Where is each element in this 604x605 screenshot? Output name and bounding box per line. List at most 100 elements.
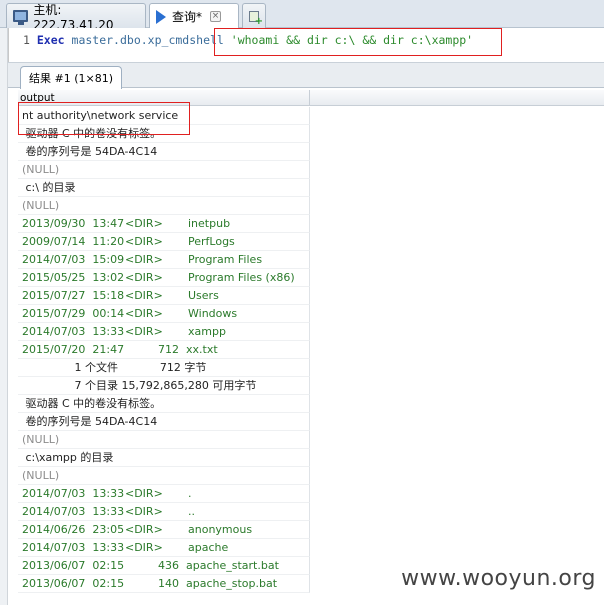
row-size: 712 [158, 343, 179, 356]
row-date: 2009/07/14 11:20 [22, 235, 125, 248]
row-name: Program Files [188, 253, 263, 266]
new-query-tab[interactable] [242, 3, 266, 28]
row-name: inetpub [188, 217, 231, 230]
table-row[interactable]: c:\ 的目录 [18, 179, 310, 197]
row-name: Windows [188, 307, 238, 320]
monitor-icon [13, 10, 29, 25]
sql-keyword: Exec [36, 33, 65, 47]
table-row[interactable]: (NULL) [18, 197, 310, 215]
row-type: <DIR> [125, 307, 163, 320]
table-row[interactable]: 卷的序列号是 54DA-4C14 [18, 413, 310, 431]
row-date: 2013/06/07 02:15 [22, 559, 125, 572]
tab-host-label: 主机: 222.73.41.20 [33, 2, 114, 32]
result-tabs: 结果 #1 (1×81) [8, 62, 604, 89]
result-grid[interactable]: output nt authority\network service 驱动器 … [18, 90, 604, 605]
row-name: xampp [188, 325, 226, 338]
table-row[interactable]: 2013/06/07 02:15 140 apache_stop.bat [18, 575, 310, 593]
row-text: (NULL) [22, 433, 60, 446]
table-row[interactable]: (NULL) [18, 431, 310, 449]
highlight-box-whoami [18, 102, 190, 135]
table-row[interactable]: 2015/07/29 00:14 <DIR> Windows [18, 305, 310, 323]
row-date: 2015/07/29 00:14 [22, 307, 125, 320]
row-size: 436 [158, 559, 179, 572]
row-name: Users [188, 289, 219, 302]
sql-object: master.dbo.xp_cmdshell [71, 33, 224, 47]
table-row[interactable]: 2014/07/03 13:33 <DIR>. [18, 485, 310, 503]
table-row[interactable]: 2014/06/26 23:05 <DIR> anonymous [18, 521, 310, 539]
tab-strip: 主机: 222.73.41.20 查询* × [0, 0, 604, 32]
row-text: (NULL) [22, 199, 60, 212]
row-name: Program Files (x86) [188, 271, 295, 284]
row-type: <DIR> [125, 523, 163, 536]
row-date: 2013/09/30 13:47 [22, 217, 125, 230]
row-name: xx.txt [186, 343, 218, 356]
play-icon [156, 9, 166, 24]
row-name: .. [188, 505, 195, 518]
row-text: c:\ 的目录 [22, 181, 76, 194]
row-date: 2014/07/03 15:09 [22, 253, 125, 266]
row-type: <DIR> [125, 271, 163, 284]
table-row[interactable]: (NULL) [18, 467, 310, 485]
row-text: 1 个文件 712 字节 [22, 361, 207, 374]
line-number: 1 [23, 33, 30, 47]
table-row[interactable]: 2013/06/07 02:15 436 apache_start.bat [18, 557, 310, 575]
table-row[interactable]: 1 个文件 712 字节 [18, 359, 310, 377]
sql-editor[interactable]: 1 Exec master.dbo.xp_cmdshell 'whoami &&… [8, 28, 604, 62]
row-text: (NULL) [22, 163, 60, 176]
row-name: anonymous [188, 523, 253, 536]
row-date: 2015/07/27 15:18 [22, 289, 125, 302]
tab-query[interactable]: 查询* × [149, 3, 239, 29]
row-text: 驱动器 C 中的卷没有标签。 [22, 397, 162, 410]
table-row[interactable]: 卷的序列号是 54DA-4C14 [18, 143, 310, 161]
row-date: 2014/07/03 13:33 [22, 505, 125, 518]
table-row[interactable]: (NULL) [18, 161, 310, 179]
result-tab-1[interactable]: 结果 #1 (1×81) [20, 66, 123, 89]
row-text: 卷的序列号是 54DA-4C14 [22, 415, 158, 428]
row-type: <DIR> [125, 541, 163, 554]
close-icon[interactable]: × [210, 11, 222, 22]
row-date: 2014/07/03 13:33 [22, 541, 125, 554]
watermark: www.wooyun.org [401, 566, 596, 591]
table-row[interactable]: 2015/05/25 13:02 <DIR> Program Files (x86) [18, 269, 310, 287]
row-date: 2014/06/26 23:05 [22, 523, 125, 536]
new-query-icon [249, 10, 263, 27]
table-row[interactable]: 2015/07/27 15:18 <DIR> Users [18, 287, 310, 305]
table-row[interactable]: 2015/07/20 21:47 712 xx.txt [18, 341, 310, 359]
row-type: <DIR> [125, 253, 163, 266]
table-row[interactable]: 2014/07/03 13:33 <DIR> xampp [18, 323, 310, 341]
row-date: 2015/05/25 13:02 [22, 271, 125, 284]
table-row[interactable]: 2013/09/30 13:47 <DIR> inetpub [18, 215, 310, 233]
table-row[interactable]: 2014/07/03 13:33 <DIR>.. [18, 503, 310, 521]
row-date: 2015/07/20 21:47 [22, 343, 125, 356]
row-name: apache_start.bat [186, 559, 279, 572]
tab-query-label: 查询* [172, 10, 203, 24]
table-row[interactable]: 驱动器 C 中的卷没有标签。 [18, 395, 310, 413]
row-text: c:\xampp 的目录 [22, 451, 114, 464]
row-name: PerfLogs [188, 235, 235, 248]
row-name: . [188, 487, 192, 500]
table-row[interactable]: 2009/07/14 11:20 <DIR> PerfLogs [18, 233, 310, 251]
table-row[interactable]: c:\xampp 的目录 [18, 449, 310, 467]
row-type: <DIR> [125, 235, 163, 248]
table-row[interactable]: 2014/07/03 13:33 <DIR> apache [18, 539, 310, 557]
row-name: apache [188, 541, 229, 554]
row-name: apache_stop.bat [186, 577, 278, 590]
row-type: <DIR> [125, 487, 163, 500]
row-text: (NULL) [22, 469, 60, 482]
row-text: 7 个目录 15,792,865,280 可用字节 [22, 379, 257, 392]
row-type: <DIR> [125, 289, 163, 302]
highlight-box-command [214, 28, 502, 56]
row-date: 2014/07/03 13:33 [22, 325, 125, 338]
row-date: 2013/06/07 02:15 [22, 577, 125, 590]
column-header-filler [310, 90, 604, 106]
table-row[interactable]: 2014/07/03 15:09 <DIR> Program Files [18, 251, 310, 269]
row-date: 2014/07/03 13:33 [22, 487, 125, 500]
row-type: <DIR> [125, 505, 163, 518]
tab-host[interactable]: 主机: 222.73.41.20 [6, 3, 146, 32]
row-type: <DIR> [125, 217, 163, 230]
row-size: 140 [158, 577, 179, 590]
table-row[interactable]: 7 个目录 15,792,865,280 可用字节 [18, 377, 310, 395]
left-gutter [0, 28, 8, 605]
row-text: 卷的序列号是 54DA-4C14 [22, 145, 158, 158]
row-type: <DIR> [125, 325, 163, 338]
